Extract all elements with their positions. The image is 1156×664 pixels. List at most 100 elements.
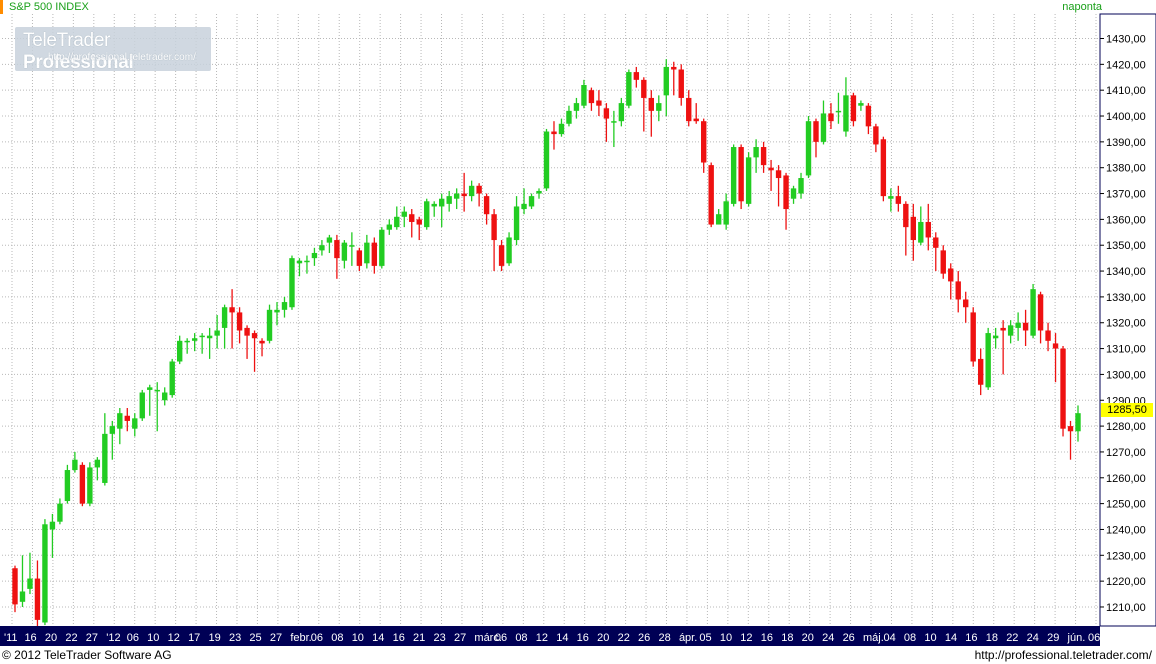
candle-body (1067, 426, 1074, 432)
x-tick-label: 28 (658, 632, 670, 644)
candle-body (259, 340, 265, 344)
candle-body (139, 392, 145, 419)
candle-body (611, 121, 617, 123)
x-tick-label: 10 (720, 632, 732, 644)
candle-body (648, 97, 654, 111)
x-tick-label: 22 (618, 632, 630, 644)
x-tick-label: '11 (4, 632, 18, 644)
candle-body (244, 327, 250, 336)
candle-body (970, 312, 976, 362)
x-tick-label: 21 (413, 632, 425, 644)
candle-body (835, 110, 842, 113)
candle-body (401, 211, 407, 217)
x-tick-label: 10 (147, 632, 159, 644)
candle-body (1030, 289, 1036, 336)
x-tick-label: 04 (883, 632, 895, 644)
candle-body (708, 165, 714, 225)
candle-body (191, 338, 198, 341)
candle-body (633, 72, 640, 80)
candle-body (588, 90, 595, 104)
candle-body (251, 333, 258, 339)
candle-body (813, 121, 819, 142)
candle-body (596, 100, 602, 106)
candle-body (431, 203, 437, 207)
x-tick-label: 26 (843, 632, 855, 644)
candle-body (940, 250, 946, 274)
candle-body (12, 568, 18, 605)
candle-body (723, 201, 729, 225)
candle-body (341, 242, 348, 261)
candle-body (626, 72, 632, 106)
candle-body (147, 387, 153, 390)
candle-body (558, 123, 565, 135)
candle-body (311, 252, 318, 259)
footer-url-link[interactable]: http://professional.teletrader.com/ (975, 646, 1152, 664)
x-tick-label: 23 (229, 632, 241, 644)
x-tick-label: 06 (495, 632, 507, 644)
candle-body (910, 216, 917, 241)
candle-body (551, 131, 557, 135)
candle-body (783, 175, 789, 210)
x-tick-label: 27 (86, 632, 98, 644)
candle-body (72, 459, 78, 471)
candle-body (513, 206, 520, 241)
x-tick-label: 05 (699, 632, 711, 644)
candle-body (468, 185, 475, 197)
x-tick-label: 27 (454, 632, 466, 644)
candlestick-chart[interactable]: 1210,00 1220,00 1230,00 1240,00 1250,00 1260,… (0, 0, 1156, 646)
y-tick-label: 1260,00 (1106, 473, 1146, 485)
candle-body (498, 245, 505, 266)
teletrader-logo: TeleTrader Professional http://professio… (15, 27, 211, 73)
x-tick-label: 12 (536, 632, 548, 644)
candle-body (678, 69, 684, 98)
x-tick-label: 10 (352, 632, 364, 644)
candle-body (955, 281, 961, 300)
candle-body (364, 242, 370, 264)
x-tick-label: 16 (965, 632, 977, 644)
y-tick-label: 1340,00 (1106, 266, 1146, 278)
y-tick-label: 1240,00 (1106, 524, 1146, 536)
candle-body (27, 578, 33, 589)
candle-body (618, 103, 625, 122)
candle-body (977, 358, 984, 385)
logo-brand: TeleTrader (23, 30, 111, 51)
candle-body (686, 97, 692, 122)
x-tick-label: 12 (168, 632, 180, 644)
x-tick-label: 06 (1088, 632, 1100, 644)
y-tick-label: 1270,00 (1106, 447, 1146, 459)
candle-body (19, 591, 26, 602)
candle-body (87, 467, 93, 504)
candle-body (394, 216, 400, 228)
x-tick-label: 20 (45, 632, 57, 644)
candle-body (1037, 294, 1044, 331)
candle-body (102, 433, 108, 483)
candle-body (671, 66, 677, 70)
y-tick-label: 1310,00 (1106, 344, 1146, 356)
x-tick-label: 25 (249, 632, 261, 644)
candle-body (760, 147, 767, 166)
y-tick-label: 1390,00 (1106, 137, 1146, 149)
candle-body (933, 237, 939, 248)
logo-url: http://professional.teletrader.com/ (48, 52, 196, 63)
candle-body (753, 147, 759, 158)
y-tick-label: 1300,00 (1106, 369, 1146, 381)
candle-body (528, 196, 535, 207)
x-tick-label: 24 (1027, 632, 1039, 644)
candle-body (491, 214, 497, 241)
candle-body (715, 214, 722, 225)
y-tick-label: 1420,00 (1106, 59, 1146, 71)
candle-body (184, 340, 190, 343)
x-tick-label: 17 (188, 632, 200, 644)
candle-body (49, 521, 56, 530)
x-tick-label: 16 (761, 632, 773, 644)
x-tick-label: 18 (986, 632, 998, 644)
candle-body (730, 147, 737, 204)
plot-area (0, 14, 1100, 626)
candle-body (453, 193, 460, 199)
candle-body (880, 139, 887, 197)
candle-body (326, 237, 333, 243)
copyright-text: © 2012 TeleTrader Software AG (2, 648, 172, 662)
x-tick-label: 08 (904, 632, 916, 644)
candle-body (858, 103, 864, 106)
candle-body (543, 131, 550, 189)
